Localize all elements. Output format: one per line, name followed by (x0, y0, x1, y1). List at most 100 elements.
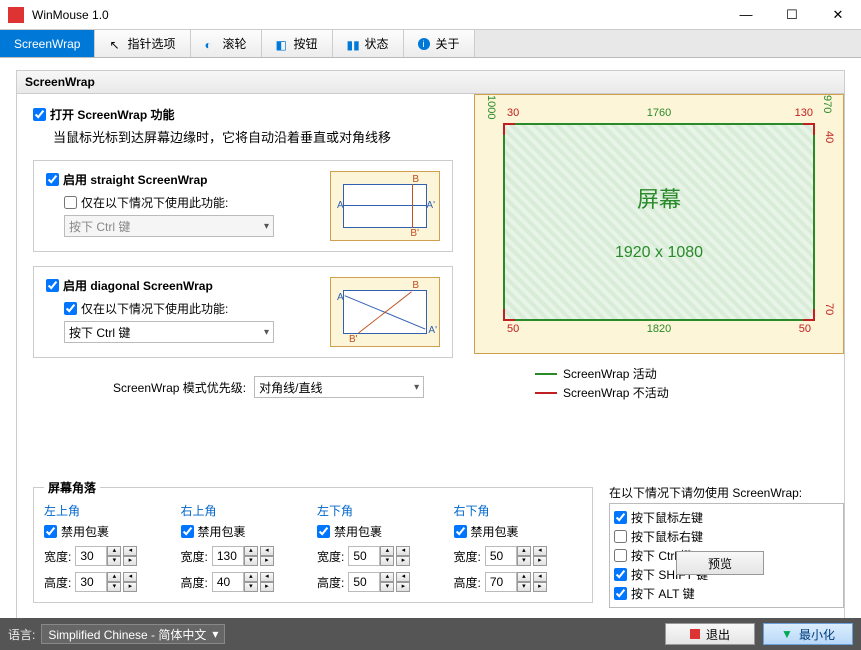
spin-down-icon[interactable]: ▾ (244, 556, 258, 566)
corner-height-spinner[interactable]: ▴▾ ◂▸ (212, 572, 274, 592)
app-icon (8, 7, 24, 23)
spin-down-icon[interactable]: ▾ (380, 582, 394, 592)
nudge-left-icon[interactable]: ◂ (533, 546, 547, 556)
corner-disable[interactable]: 禁用包裹 (454, 523, 583, 540)
tab-screenwrap[interactable]: ScreenWrap (0, 30, 95, 57)
nudge-left-icon[interactable]: ◂ (533, 572, 547, 582)
straight-only-checkbox[interactable] (64, 196, 77, 209)
corner-height-spinner[interactable]: ▴▾ ◂▸ (485, 572, 547, 592)
tab-buttons[interactable]: ◧按钮 (262, 30, 333, 57)
exclude-checkbox[interactable] (614, 587, 627, 600)
maximize-button[interactable]: ☐ (769, 0, 815, 29)
nudge-left-icon[interactable]: ◂ (123, 546, 137, 556)
chevron-down-icon: ▾ (414, 382, 419, 393)
enable-diagonal[interactable]: 启用 diagonal ScreenWrap (46, 277, 314, 294)
diagonal-only-row[interactable]: 仅在以下情况下使用此功能: (64, 300, 314, 317)
exclude-checkbox[interactable] (614, 568, 627, 581)
corner-height-input[interactable] (75, 572, 107, 592)
exclude-item[interactable]: 按下 ALT 键 (614, 584, 839, 603)
exclude-checkbox[interactable] (614, 511, 627, 524)
nudge-right-icon[interactable]: ▸ (260, 556, 274, 566)
straight-only-row[interactable]: 仅在以下情况下使用此功能: (64, 194, 314, 211)
corner-width-input[interactable] (212, 546, 244, 566)
nudge-right-icon[interactable]: ▸ (533, 556, 547, 566)
diagonal-only-checkbox[interactable] (64, 302, 77, 315)
corner-disable-checkbox[interactable] (181, 525, 194, 538)
tab-wheel[interactable]: ◐滚轮 (191, 30, 262, 57)
spin-up-icon[interactable]: ▴ (244, 546, 258, 556)
spin-up-icon[interactable]: ▴ (517, 572, 531, 582)
exclude-item[interactable]: 按下鼠标右键 (614, 527, 839, 546)
spin-up-icon[interactable]: ▴ (517, 546, 531, 556)
nudge-right-icon[interactable]: ▸ (123, 582, 137, 592)
spin-down-icon[interactable]: ▾ (107, 556, 121, 566)
corner-height-spinner[interactable]: ▴▾ ◂▸ (348, 572, 410, 592)
corner-width-spinner[interactable]: ▴▾ ◂▸ (485, 546, 547, 566)
nudge-right-icon[interactable]: ▸ (260, 582, 274, 592)
tab-status[interactable]: ▮▮状态 (333, 30, 404, 57)
corner-disable[interactable]: 禁用包裹 (181, 523, 310, 540)
exit-icon (690, 629, 700, 639)
corner-width-input[interactable] (75, 546, 107, 566)
nudge-left-icon[interactable]: ◂ (396, 572, 410, 582)
nudge-right-icon[interactable]: ▸ (533, 582, 547, 592)
corner-col: 左上角 禁用包裹 宽度: ▴▾ ◂▸ 高度: ▴▾ ◂▸ (44, 502, 173, 592)
corner-disable-checkbox[interactable] (317, 525, 330, 538)
corner-disable[interactable]: 禁用包裹 (317, 523, 446, 540)
corner-height-input[interactable] (348, 572, 380, 592)
corner-width-spinner[interactable]: ▴▾ ◂▸ (212, 546, 274, 566)
corner-width-spinner[interactable]: ▴▾ ◂▸ (348, 546, 410, 566)
window-title: WinMouse 1.0 (32, 8, 723, 22)
exclude-checkbox[interactable] (614, 549, 627, 562)
spin-up-icon[interactable]: ▴ (244, 572, 258, 582)
cursor-icon: ↖ (109, 38, 121, 50)
minimize-tray-button[interactable]: ▼ 最小化 (763, 623, 853, 645)
nudge-right-icon[interactable]: ▸ (123, 556, 137, 566)
corner-heading: 右下角 (454, 502, 583, 519)
corner-width-input[interactable] (485, 546, 517, 566)
corner-col: 右下角 禁用包裹 宽度: ▴▾ ◂▸ 高度: ▴▾ ◂▸ (454, 502, 583, 592)
exclude-checkbox[interactable] (614, 530, 627, 543)
spin-down-icon[interactable]: ▾ (517, 582, 531, 592)
straight-combo[interactable]: 按下 Ctrl 键▾ (64, 215, 274, 237)
minimize-button[interactable]: — (723, 0, 769, 29)
enable-straight-checkbox[interactable] (46, 173, 59, 186)
spin-down-icon[interactable]: ▾ (107, 582, 121, 592)
corner-height-spinner[interactable]: ▴▾ ◂▸ (75, 572, 137, 592)
diagonal-diagram: A A' B B' (330, 277, 440, 347)
tab-pointer[interactable]: ↖指针选项 (95, 30, 190, 57)
nudge-left-icon[interactable]: ◂ (260, 546, 274, 556)
nudge-right-icon[interactable]: ▸ (396, 582, 410, 592)
exclude-item[interactable]: 按下鼠标左键 (614, 508, 839, 527)
spin-up-icon[interactable]: ▴ (380, 572, 394, 582)
spin-down-icon[interactable]: ▾ (380, 556, 394, 566)
close-button[interactable]: ✕ (815, 0, 861, 29)
spin-down-icon[interactable]: ▾ (244, 582, 258, 592)
spin-up-icon[interactable]: ▴ (380, 546, 394, 556)
language-select[interactable]: Simplified Chinese - 简体中文▾ (41, 624, 225, 644)
enable-diagonal-checkbox[interactable] (46, 279, 59, 292)
diagonal-box: 启用 diagonal ScreenWrap 仅在以下情况下使用此功能: 按下 … (33, 266, 453, 358)
corner-height-input[interactable] (212, 572, 244, 592)
preview-button[interactable]: 预览 (676, 551, 764, 575)
corner-disable[interactable]: 禁用包裹 (44, 523, 173, 540)
corner-width-input[interactable] (348, 546, 380, 566)
corner-disable-checkbox[interactable] (454, 525, 467, 538)
diagonal-combo[interactable]: 按下 Ctrl 键▾ (64, 321, 274, 343)
exit-button[interactable]: 退出 (665, 623, 755, 645)
nudge-left-icon[interactable]: ◂ (123, 572, 137, 582)
screen-legend: ScreenWrap 活动 ScreenWrap 不活动 (535, 363, 669, 403)
corner-height-input[interactable] (485, 572, 517, 592)
nudge-right-icon[interactable]: ▸ (396, 556, 410, 566)
corner-disable-checkbox[interactable] (44, 525, 57, 538)
enable-straight[interactable]: 启用 straight ScreenWrap (46, 171, 314, 188)
priority-select[interactable]: 对角线/直线▾ (254, 376, 424, 398)
enable-screenwrap-checkbox[interactable] (33, 108, 46, 121)
corner-width-spinner[interactable]: ▴▾ ◂▸ (75, 546, 137, 566)
nudge-left-icon[interactable]: ◂ (396, 546, 410, 556)
spin-up-icon[interactable]: ▴ (107, 546, 121, 556)
spin-down-icon[interactable]: ▾ (517, 556, 531, 566)
spin-up-icon[interactable]: ▴ (107, 572, 121, 582)
tab-about[interactable]: i关于 (404, 30, 475, 57)
nudge-left-icon[interactable]: ◂ (260, 572, 274, 582)
